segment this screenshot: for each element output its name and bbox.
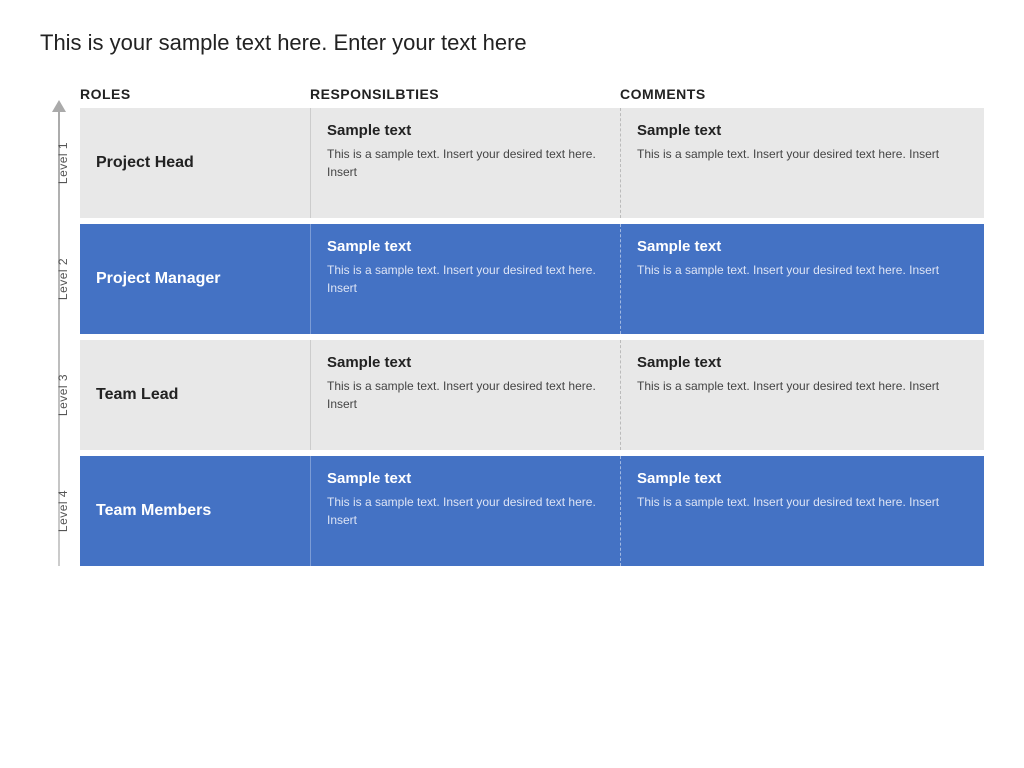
- level-label: Level 4: [56, 490, 70, 532]
- comments-title: Sample text: [637, 470, 968, 487]
- cell-comments: Sample text This is a sample text. Insert…: [620, 456, 984, 566]
- role-name: Project Head: [96, 154, 194, 172]
- comments-title: Sample text: [637, 354, 968, 371]
- comments-body: This is a sample text. Insert your desir…: [637, 261, 968, 279]
- level-label: Level 1: [56, 142, 70, 184]
- comments-body: This is a sample text. Insert your desir…: [637, 145, 968, 163]
- col-comments-header: COMMENTS: [620, 86, 984, 102]
- role-name: Team Members: [96, 502, 211, 520]
- cell-responsibilities: Sample text This is a sample text. Insert…: [310, 108, 620, 218]
- cell-comments: Sample text This is a sample text. Insert…: [620, 108, 984, 218]
- responsibilities-title: Sample text: [327, 354, 604, 371]
- col-responsibilities-header: RESPONSILBTIES: [310, 86, 620, 102]
- cell-responsibilities: Sample text This is a sample text. Insert…: [310, 456, 620, 566]
- level-label: Level 3: [56, 374, 70, 416]
- table-row: Level 4Team MembersSample textThis is a …: [80, 456, 984, 566]
- rows-area: Level 1Project HeadSample textThis is a …: [80, 108, 984, 566]
- table-row: Level 2Project ManagerSample textThis is…: [80, 224, 984, 334]
- role-name: Team Lead: [96, 386, 178, 404]
- level-label: Level 2: [56, 258, 70, 300]
- col-roles-header: ROLES: [80, 86, 310, 102]
- cell-responsibilities: Sample text This is a sample text. Insert…: [310, 224, 620, 334]
- table-row: Level 3Team LeadSample textThis is a sam…: [80, 340, 984, 450]
- responsibilities-title: Sample text: [327, 470, 604, 487]
- cell-comments: Sample text This is a sample text. Insert…: [620, 224, 984, 334]
- table-row: Level 1Project HeadSample textThis is a …: [80, 108, 984, 218]
- table-container: Level 1 Project Head Sample text This is a …: [40, 108, 984, 566]
- comments-title: Sample text: [637, 238, 968, 255]
- responsibilities-body: This is a sample text. Insert your desir…: [327, 493, 604, 529]
- responsibilities-body: This is a sample text. Insert your desir…: [327, 377, 604, 413]
- comments-title: Sample text: [637, 122, 968, 139]
- cell-role: Project Head: [80, 108, 310, 218]
- comments-body: This is a sample text. Insert your desir…: [637, 493, 968, 511]
- cell-role: Team Lead: [80, 340, 310, 450]
- cell-role: Team Members: [80, 456, 310, 566]
- comments-body: This is a sample text. Insert your desir…: [637, 377, 968, 395]
- responsibilities-body: This is a sample text. Insert your desir…: [327, 261, 604, 297]
- cell-responsibilities: Sample text This is a sample text. Insert…: [310, 340, 620, 450]
- cell-role: Project Manager: [80, 224, 310, 334]
- responsibilities-title: Sample text: [327, 122, 604, 139]
- page-title: This is your sample text here. Enter you…: [40, 30, 984, 56]
- cell-comments: Sample text This is a sample text. Insert…: [620, 340, 984, 450]
- table-header: ROLES RESPONSILBTIES COMMENTS: [80, 86, 984, 102]
- responsibilities-body: This is a sample text. Insert your desir…: [327, 145, 604, 181]
- role-name: Project Manager: [96, 270, 220, 288]
- responsibilities-title: Sample text: [327, 238, 604, 255]
